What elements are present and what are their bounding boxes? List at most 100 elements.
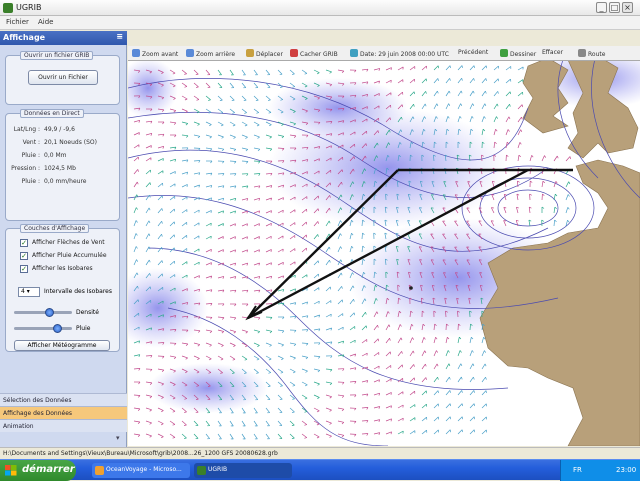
wind-barb [408,247,411,248]
wind-barb [354,157,355,160]
wind-barb [414,92,415,94]
title-bar: UGRIB _ □ × [0,0,640,16]
window-title: UGRIB [16,3,41,12]
isobar-interval-select[interactable]: 4 ▾ [18,287,40,297]
wind-arrow [446,311,447,317]
zoom-out-tool[interactable]: Zoom arrière [186,49,235,58]
data-value: 49,9 / -9,6 [44,126,75,133]
interval-label: Intervalle des Isobares [44,288,112,295]
wind-arrow [218,174,224,175]
tab-data-selection[interactable]: Sélection des Données [0,393,127,406]
windows-flag-icon [5,465,17,476]
expand-icon[interactable]: ▾ [116,434,120,442]
wind-barb [331,146,332,148]
wind-barb [292,425,294,426]
panel-title: Affichage [3,33,45,42]
panel-header[interactable]: Affichage ≡ [0,31,127,45]
menu-fichier[interactable]: Fichier [6,18,29,26]
wind-arrow [470,324,471,330]
layers-group: Couches d'Affichage ✓ Afficher Flèches d… [5,228,120,352]
data-value: 0,0 mm/heure [44,178,86,185]
density-slider[interactable] [14,311,72,314]
tool-label: Cacher GRIB [300,51,338,58]
wind-barb [223,250,224,252]
pencil-icon [500,49,508,57]
wind-barb [184,438,186,439]
tab-data-display[interactable]: Affichage des Données [0,406,127,419]
hide-icon [290,49,298,57]
wind-barb [408,221,410,222]
wind-barb [247,224,248,226]
start-button[interactable]: démarrer [0,460,76,481]
file-group: Ouvrir un fichier GRIB Ouvrir un Fichier [5,55,120,105]
language-indicator[interactable]: FR [573,466,582,474]
wind-barb [235,224,236,226]
rain-label: Afficher Pluie Accumulée [32,252,107,259]
system-tray: FR 23:00 [560,460,640,481]
rain-slider[interactable] [14,327,72,330]
minimize-button[interactable]: _ [596,2,607,13]
wind-barb [211,263,212,265]
wind-barb [318,209,319,211]
menu-aide[interactable]: Aide [38,18,53,26]
wind-barb [175,302,176,304]
data-value: 0,0 Mm [44,152,66,159]
interval-value: 4 [21,288,25,295]
wind-barb [391,68,392,70]
isobars-checkbox[interactable]: ✓ [20,265,28,273]
task-label: UGRIB [208,466,227,473]
wind-arrow [362,233,363,239]
tool-label: Route [588,51,605,58]
draw-tool[interactable]: Dessiner [500,49,536,58]
data-row: Pression :1024,5 Mb [10,165,118,177]
hide-grib-tool[interactable]: Cacher GRIB [290,49,338,58]
taskbar-item-browser[interactable]: OceanVoyage - Microso... [92,463,190,478]
wind-barb [187,289,188,292]
wind-barb [462,430,463,432]
data-key: Pluie : [10,178,40,185]
density-label: Densité [76,309,99,316]
wind-arrow [134,395,140,396]
pan-tool[interactable]: Déplacer [246,49,283,58]
wind-arrows-checkbox[interactable]: ✓ [20,239,28,247]
tab-animation[interactable]: Animation [0,419,127,432]
tool-label: Date: 29 juin 2008 00:00 UTC [360,51,449,58]
data-key: Vent : [10,139,40,146]
wind-arrow [482,155,483,161]
wind-barb [355,120,356,122]
wind-barb [366,144,367,146]
clock-icon [350,49,358,57]
wind-barb [432,273,434,274]
taskbar-item-ugrib[interactable]: UGRIB [194,463,292,478]
open-file-button[interactable]: Ouvrir un Fichier [28,70,98,85]
wind-arrow [302,343,308,344]
wind-barb [342,170,343,172]
zoom-in-tool[interactable]: Zoom avant [132,49,178,58]
weather-map[interactable] [128,48,640,446]
wind-barb [510,92,511,94]
wind-barb [402,105,403,108]
close-button[interactable]: × [622,2,633,13]
live-data-group: Données en Direct Lat/Lng :49,9 / -9,6 V… [5,113,120,221]
tool-label: Zoom avant [142,51,178,58]
map-canvas[interactable] [128,48,640,446]
erase-tool[interactable]: Effacer [542,49,563,56]
wind-barb [462,66,463,68]
wind-barb [271,211,272,213]
wind-barb [280,87,282,88]
maximize-button[interactable]: □ [609,2,620,13]
wind-barb [196,399,198,400]
collapse-chevron-icon[interactable]: ≡ [116,32,123,41]
show-meteogram-button[interactable]: Afficher Météogramme [14,340,110,351]
density-slider-thumb[interactable] [45,308,54,317]
rain-checkbox[interactable]: ✓ [20,252,28,260]
wind-barb [235,237,236,240]
wind-barb [268,386,271,387]
wind-arrow [326,122,332,123]
route-tool[interactable]: Route [578,49,605,58]
tool-label: Dessiner [510,51,536,58]
previous-tool[interactable]: Précédent [458,49,488,56]
start-label: démarrer [22,464,75,475]
rain-slider-thumb[interactable] [53,324,62,333]
route-icon [578,49,586,57]
